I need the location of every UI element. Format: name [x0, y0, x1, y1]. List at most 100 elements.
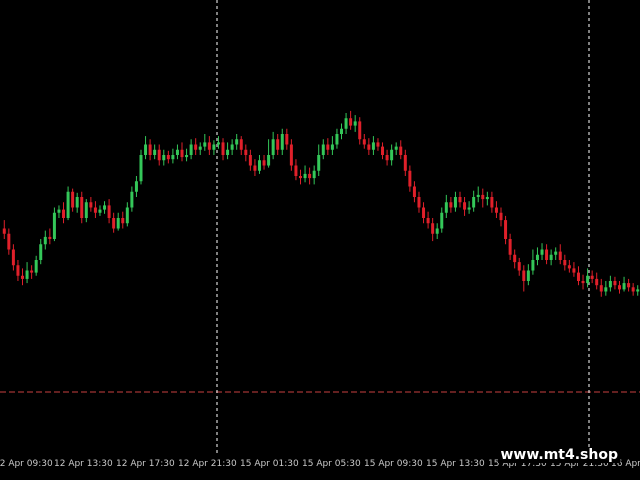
candle-body: [458, 197, 462, 203]
candle-body: [116, 218, 120, 229]
candle: [166, 150, 170, 164]
candle-body: [30, 270, 34, 273]
candle-body: [576, 272, 580, 281]
candle-body: [148, 144, 152, 155]
candle-body: [545, 249, 549, 260]
candle: [362, 134, 366, 149]
candle: [198, 142, 202, 155]
candle: [189, 139, 193, 160]
candle-body: [340, 128, 344, 134]
candle-body: [103, 205, 107, 210]
candle-body: [317, 155, 321, 171]
candle-body: [212, 144, 216, 150]
candle-body: [467, 207, 471, 210]
candle-body: [39, 244, 43, 260]
candle: [376, 138, 380, 151]
candle: [412, 181, 416, 203]
candle: [367, 138, 371, 155]
candle-body: [526, 270, 530, 281]
candle: [581, 274, 585, 290]
candle: [267, 139, 271, 168]
candle-body: [207, 142, 211, 150]
time-tick-label: 12 Apr 09:30: [0, 459, 53, 469]
candle: [157, 144, 161, 166]
candle: [98, 205, 102, 216]
candle: [75, 192, 79, 213]
candle: [513, 249, 517, 269]
candle-body: [52, 212, 56, 239]
candle-body: [267, 155, 271, 166]
candle-body: [608, 281, 612, 288]
candle: [25, 262, 29, 284]
candle-body: [157, 149, 161, 161]
candle: [312, 165, 316, 185]
candle-body: [21, 275, 25, 279]
candle-body: [276, 139, 280, 150]
price-chart[interactable]: [0, 0, 640, 455]
candle: [62, 202, 66, 224]
candle-body: [463, 202, 467, 210]
candle: [563, 254, 567, 271]
candle-body: [312, 170, 316, 179]
candle-body: [485, 197, 489, 200]
candlestick-chart-svg[interactable]: [0, 0, 640, 455]
candle-body: [449, 202, 453, 208]
candle-body: [303, 173, 307, 179]
candle-body: [590, 275, 594, 279]
candle: [371, 136, 375, 155]
time-tick-label: 15 Apr 01:30: [240, 459, 299, 469]
candle: [636, 285, 640, 296]
candle: [358, 117, 362, 145]
candle-body: [80, 197, 84, 218]
candle-body: [93, 207, 97, 213]
candle-body: [426, 218, 430, 224]
candle: [194, 138, 198, 155]
candle-body: [572, 268, 576, 273]
time-tick-label: 12 Apr 21:30: [178, 459, 237, 469]
candle: [230, 139, 234, 155]
time-tick-label: 15 Apr 05:30: [302, 459, 361, 469]
candle: [353, 115, 357, 132]
candle-body: [494, 207, 498, 213]
candle: [239, 136, 243, 155]
time-tick-label: 12 Apr 13:30: [54, 459, 113, 469]
candle: [93, 201, 97, 218]
candle: [303, 165, 307, 183]
candle-body: [235, 139, 239, 145]
candle-body: [203, 142, 207, 147]
candle: [153, 144, 157, 160]
candle-body: [513, 254, 517, 263]
candle: [485, 191, 489, 206]
candle: [627, 278, 631, 292]
candle-body: [412, 186, 416, 197]
candle-body: [444, 202, 448, 213]
candle-body: [285, 134, 289, 145]
candle: [435, 223, 439, 239]
candle: [207, 136, 211, 155]
candle-body: [362, 139, 366, 145]
candle-body: [34, 260, 38, 273]
candle: [71, 188, 75, 212]
candle-body: [11, 249, 15, 266]
candle-body: [581, 281, 585, 284]
candle-body: [194, 144, 198, 150]
candle: [545, 244, 549, 265]
candle-body: [166, 155, 170, 160]
candle-body: [408, 170, 412, 187]
candle-body: [390, 149, 394, 161]
candle-body: [504, 220, 508, 239]
candle: [463, 197, 467, 216]
candle: [453, 191, 457, 212]
candle-body: [613, 281, 617, 286]
candle: [631, 283, 635, 296]
candle: [121, 211, 125, 229]
candle: [472, 190, 476, 212]
candle-body: [25, 270, 29, 279]
candle: [253, 159, 257, 176]
candle: [89, 197, 93, 212]
candle: [130, 186, 134, 212]
candle: [171, 148, 175, 164]
candle-body: [84, 202, 88, 218]
candle-body: [62, 209, 66, 218]
candle: [125, 202, 129, 227]
